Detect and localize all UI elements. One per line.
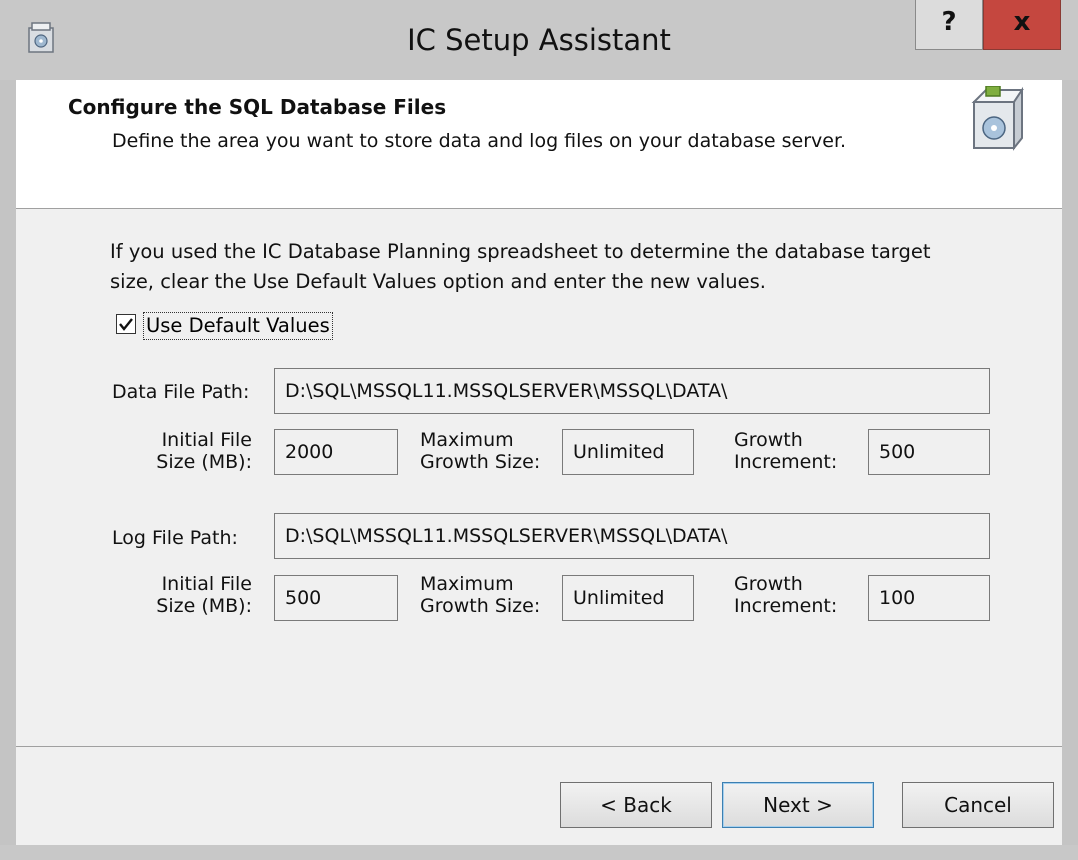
next-button[interactable]: Next > [722,782,874,828]
log-growth-increment-label-line-2: Increment: [734,595,838,617]
log-growth-increment-label-line-1: Growth [734,573,803,595]
data-growth-increment-label-line-1: Growth [734,429,803,451]
back-button[interactable]: < Back [560,782,712,828]
log-file-path-label: Log File Path: [112,527,238,549]
intro-line-1: If you used the IC Database Planning spr… [110,240,931,263]
log-initial-size-label-line-2: Size (MB): [156,595,252,617]
checkmark-icon [119,318,133,331]
data-growth-increment-field[interactable]: 500 [868,429,990,475]
data-file-path-field[interactable]: D:\SQL\MSSQL11.MSSQLSERVER\MSSQL\DATA\ [274,368,990,414]
log-max-growth-label-line-2: Growth Size: [420,595,541,617]
page-subtitle: Define the area you want to store data a… [112,130,847,152]
wizard-footer: < Back Next > Cancel [16,747,1062,845]
log-initial-size-field[interactable]: 500 [274,575,398,621]
log-max-growth-label-line-1: Maximum [420,573,514,595]
data-initial-size-label-line-1: Initial File [161,429,252,451]
log-initial-size-label: Initial File Size (MB): [136,573,252,617]
data-max-growth-label: Maximum Growth Size: [420,429,540,473]
wizard-header: Configure the SQL Database Files Define … [16,80,1062,209]
data-max-growth-label-line-1: Maximum [420,429,514,451]
data-initial-size-label-line-2: Size (MB): [156,451,252,473]
setup-dialog: IC Setup Assistant ? x Configure the SQL… [0,0,1078,860]
title-bar[interactable]: IC Setup Assistant ? x [0,0,1078,80]
data-max-growth-label-line-2: Growth Size: [420,451,541,473]
cancel-button[interactable]: Cancel [902,782,1054,828]
close-button[interactable]: x [983,0,1061,50]
log-file-path-field[interactable]: D:\SQL\MSSQL11.MSSQLSERVER\MSSQL\DATA\ [274,513,990,559]
log-growth-increment-field[interactable]: 100 [868,575,990,621]
wizard-body: If you used the IC Database Planning spr… [16,209,1062,746]
data-initial-size-field[interactable]: 2000 [274,429,398,475]
intro-line-2: size, clear the Use Default Values optio… [110,270,766,293]
help-button[interactable]: ? [915,0,983,50]
intro-text: If you used the IC Database Planning spr… [110,237,1010,297]
window-bottom-frame [0,845,1078,860]
data-growth-increment-label-line-2: Increment: [734,451,838,473]
log-initial-size-label-line-1: Initial File [161,573,252,595]
log-max-growth-label: Maximum Growth Size: [420,573,540,617]
page-title: Configure the SQL Database Files [68,95,447,119]
data-max-growth-field[interactable]: Unlimited [562,429,694,475]
data-initial-size-label: Initial File Size (MB): [136,429,252,473]
install-package-icon [971,86,1024,151]
log-max-growth-field[interactable]: Unlimited [562,575,694,621]
use-default-values-checkbox[interactable] [116,314,136,334]
use-default-values-label[interactable]: Use Default Values [143,312,333,340]
data-growth-increment-label: Growth Increment: [734,429,837,473]
log-growth-increment-label: Growth Increment: [734,573,837,617]
data-file-path-label: Data File Path: [112,381,250,403]
